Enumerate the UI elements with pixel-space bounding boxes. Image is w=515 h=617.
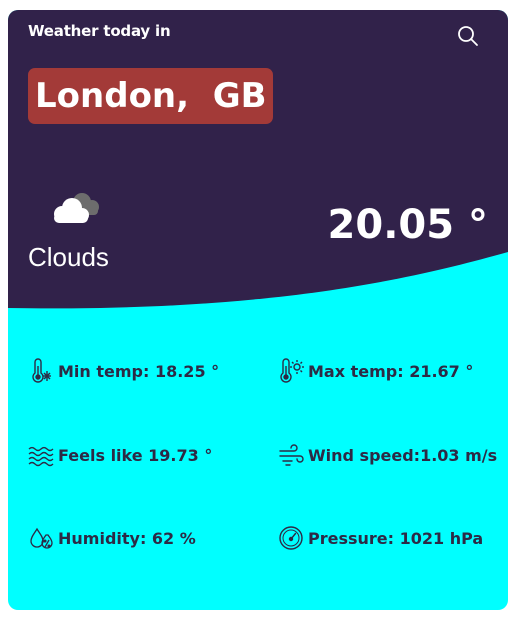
search-icon[interactable]: [456, 24, 480, 48]
pressure-stat: Pressure: 1021 hPa: [278, 525, 483, 551]
humidity-icon: [28, 525, 54, 551]
current-temperature: 20.05 °: [327, 202, 488, 248]
wind-icon: [278, 442, 304, 468]
max-temp-stat: Max temp: 21.67 °: [278, 358, 473, 384]
feels-like-label: Feels like 19.73 °: [58, 445, 213, 465]
gauge-icon: [278, 525, 304, 551]
wind-speed-label: Wind speed:1.03 m/s: [308, 445, 498, 465]
min-temp-stat: Min temp: 18.25 °: [28, 358, 219, 384]
weather-condition: Clouds: [28, 242, 109, 272]
thermometer-hot-icon: [278, 358, 304, 384]
header-title: Weather today in: [28, 22, 171, 40]
wind-speed-stat: Wind speed:1.03 m/s: [278, 442, 497, 468]
thermometer-cold-icon: [28, 358, 54, 384]
waves-icon: [28, 442, 54, 468]
city-badge: London, GB: [28, 68, 273, 124]
pressure-label: Pressure: 1021 hPa: [308, 528, 484, 548]
cloud-icon: [48, 188, 104, 228]
header-background: [8, 10, 508, 320]
humidity-stat: Humidity: 62 %: [28, 525, 196, 551]
max-temp-label: Max temp: 21.67 °: [308, 361, 474, 381]
min-temp-label: Min temp: 18.25 °: [58, 361, 220, 381]
feels-like-stat: Feels like 19.73 °: [28, 442, 212, 468]
weather-card: Weather today in London, GB Clouds 20.05…: [8, 10, 508, 610]
humidity-label: Humidity: 62 %: [58, 528, 196, 548]
